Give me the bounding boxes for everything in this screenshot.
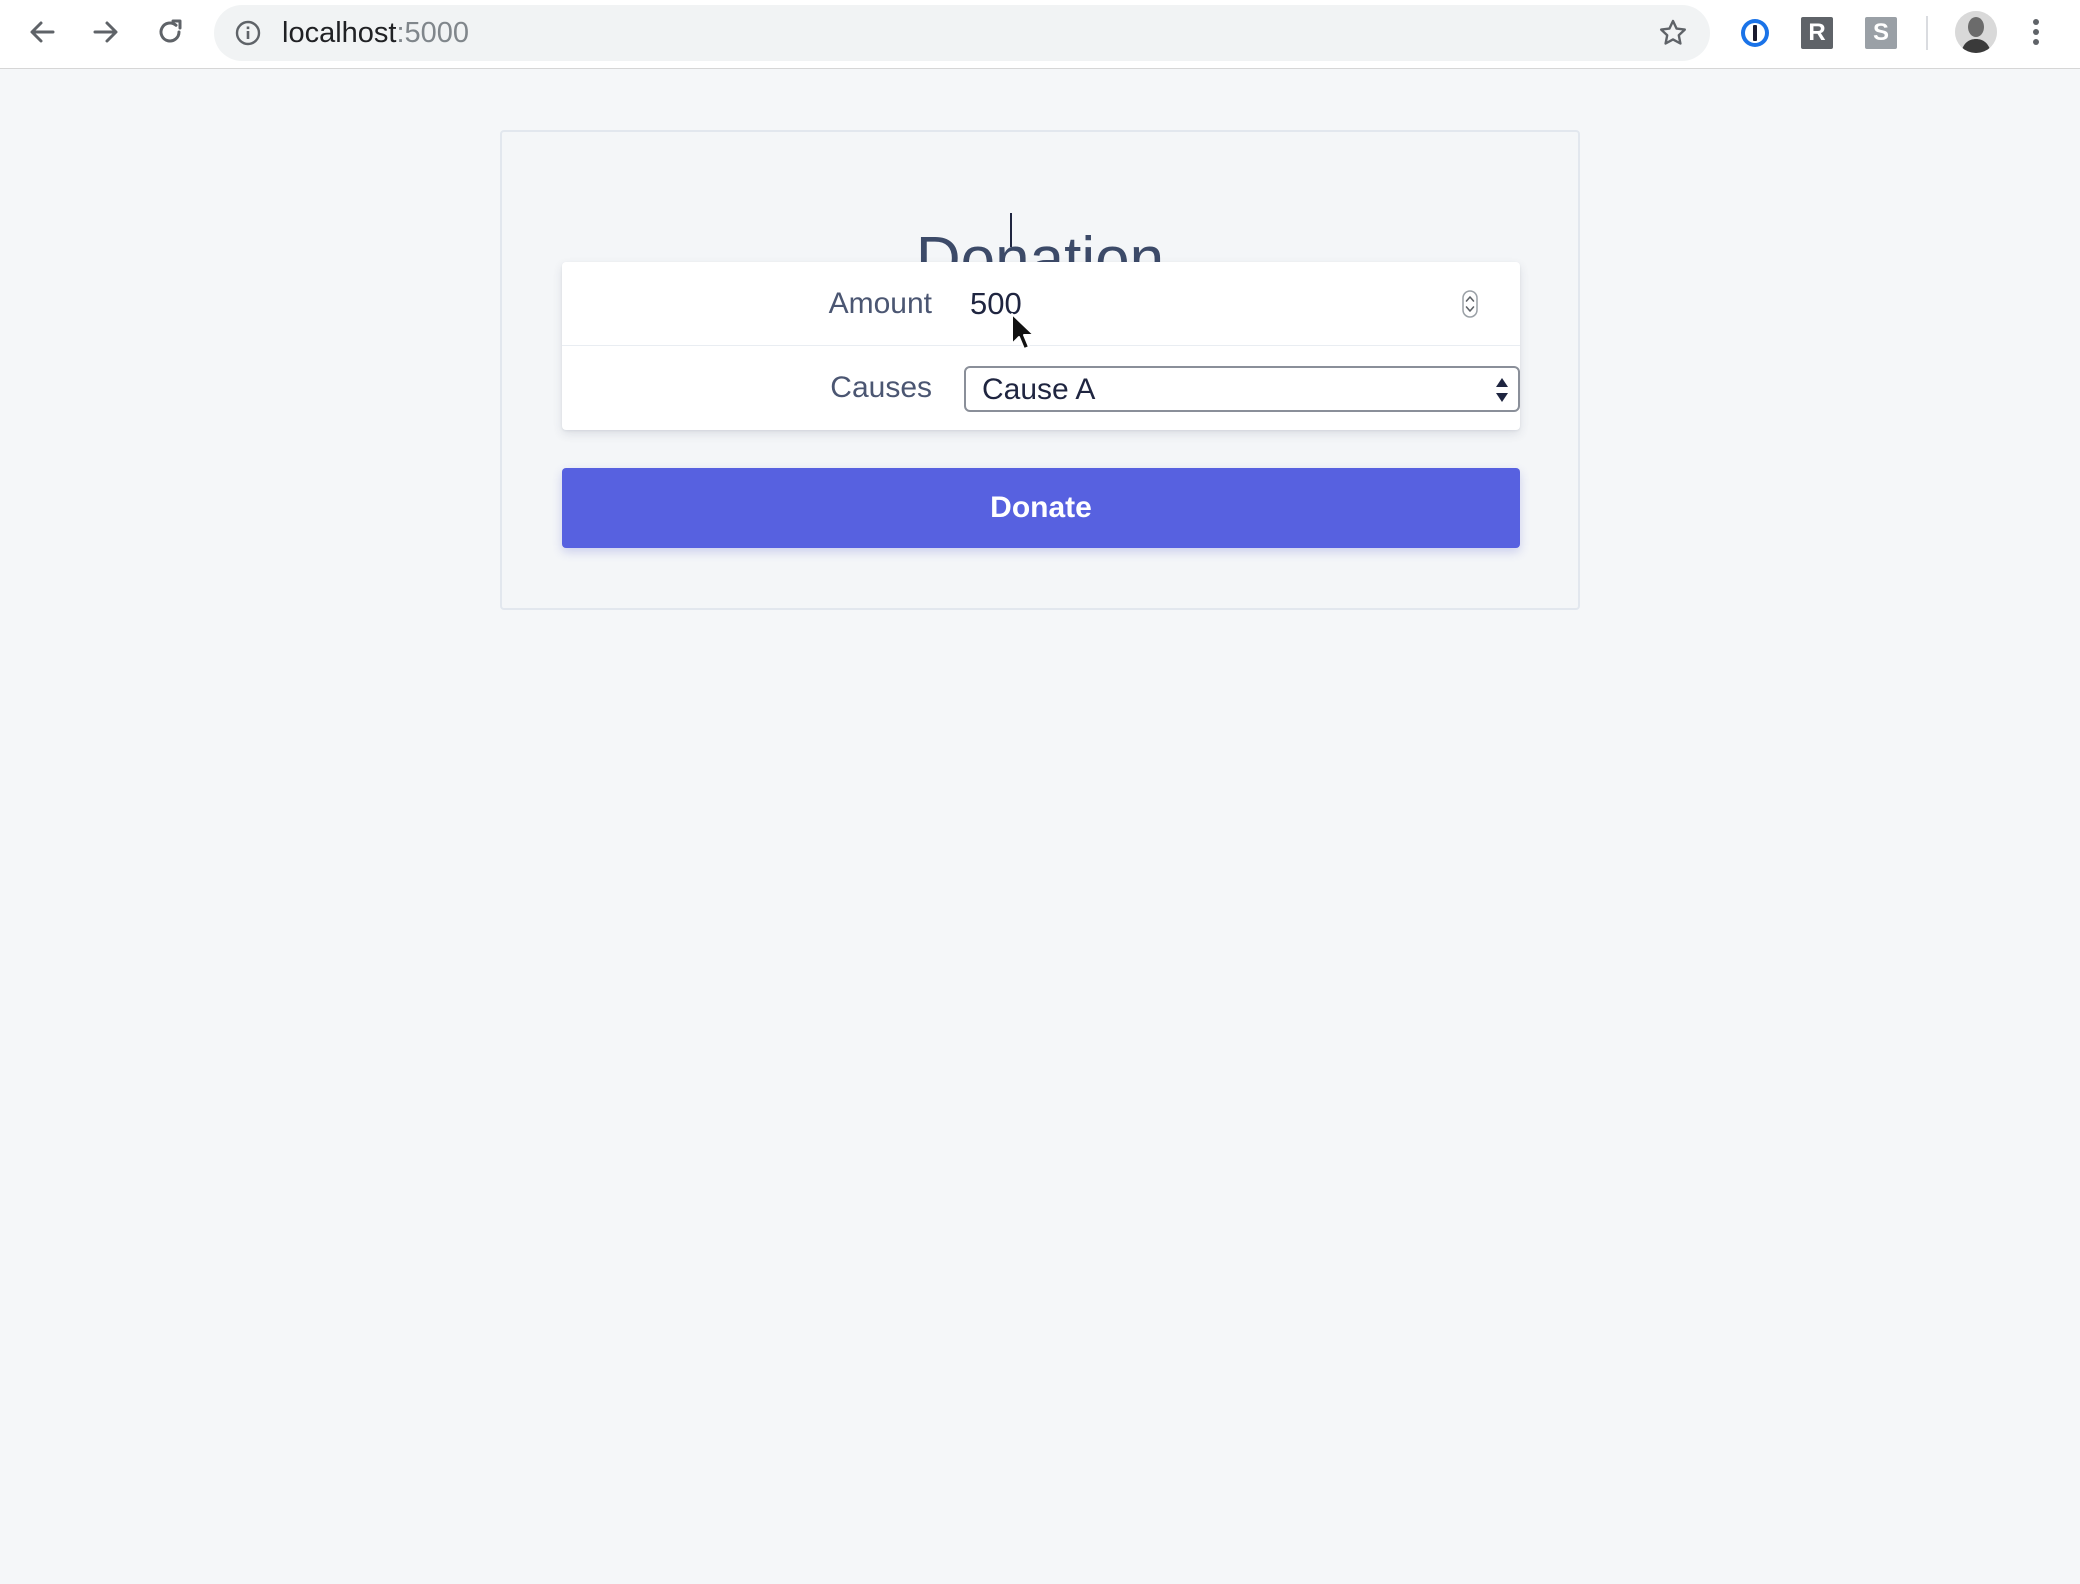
donate-button[interactable]: Donate (562, 468, 1520, 548)
star-icon[interactable] (1658, 18, 1688, 48)
back-button[interactable] (20, 10, 64, 54)
causes-row: Causes Cause A (562, 346, 1520, 430)
reload-icon (159, 19, 182, 43)
arrow-left-icon (30, 21, 55, 43)
1password-icon[interactable] (1739, 17, 1771, 49)
page-content: Donation Amount Causes Cause A (0, 70, 2080, 1584)
causes-selected-value: Cause A (982, 373, 1096, 406)
donation-card: Donation Amount Causes Cause A (500, 130, 1580, 610)
text-caret (1010, 213, 1012, 247)
donation-form: Amount Causes Cause A (562, 262, 1520, 430)
kebab-menu-icon[interactable] (2024, 12, 2048, 52)
forward-button[interactable] (84, 10, 128, 54)
profile-avatar[interactable] (1955, 11, 1997, 53)
url-port: :5000 (396, 17, 470, 49)
causes-select[interactable]: Cause A (964, 366, 1520, 412)
extension-r-button[interactable]: R (1801, 17, 1833, 49)
toolbar-divider (1926, 16, 1928, 50)
reload-button[interactable] (148, 10, 192, 54)
info-icon[interactable] (234, 19, 262, 47)
url-host: localhost (282, 17, 397, 49)
number-stepper-icon[interactable] (1462, 290, 1478, 318)
causes-label: Causes (830, 371, 932, 404)
amount-input[interactable] (970, 278, 1498, 330)
arrow-right-icon (93, 21, 118, 43)
amount-label: Amount (828, 287, 932, 320)
amount-row: Amount (562, 262, 1520, 346)
address-bar[interactable]: localhost:5000 (214, 5, 1710, 61)
extension-s-button[interactable]: S (1865, 17, 1897, 49)
avatar-icon (1955, 11, 1997, 53)
url-text: localhost:5000 (282, 17, 469, 49)
select-arrows-icon (1496, 378, 1508, 402)
browser-toolbar: localhost:5000 R S (0, 0, 2080, 69)
